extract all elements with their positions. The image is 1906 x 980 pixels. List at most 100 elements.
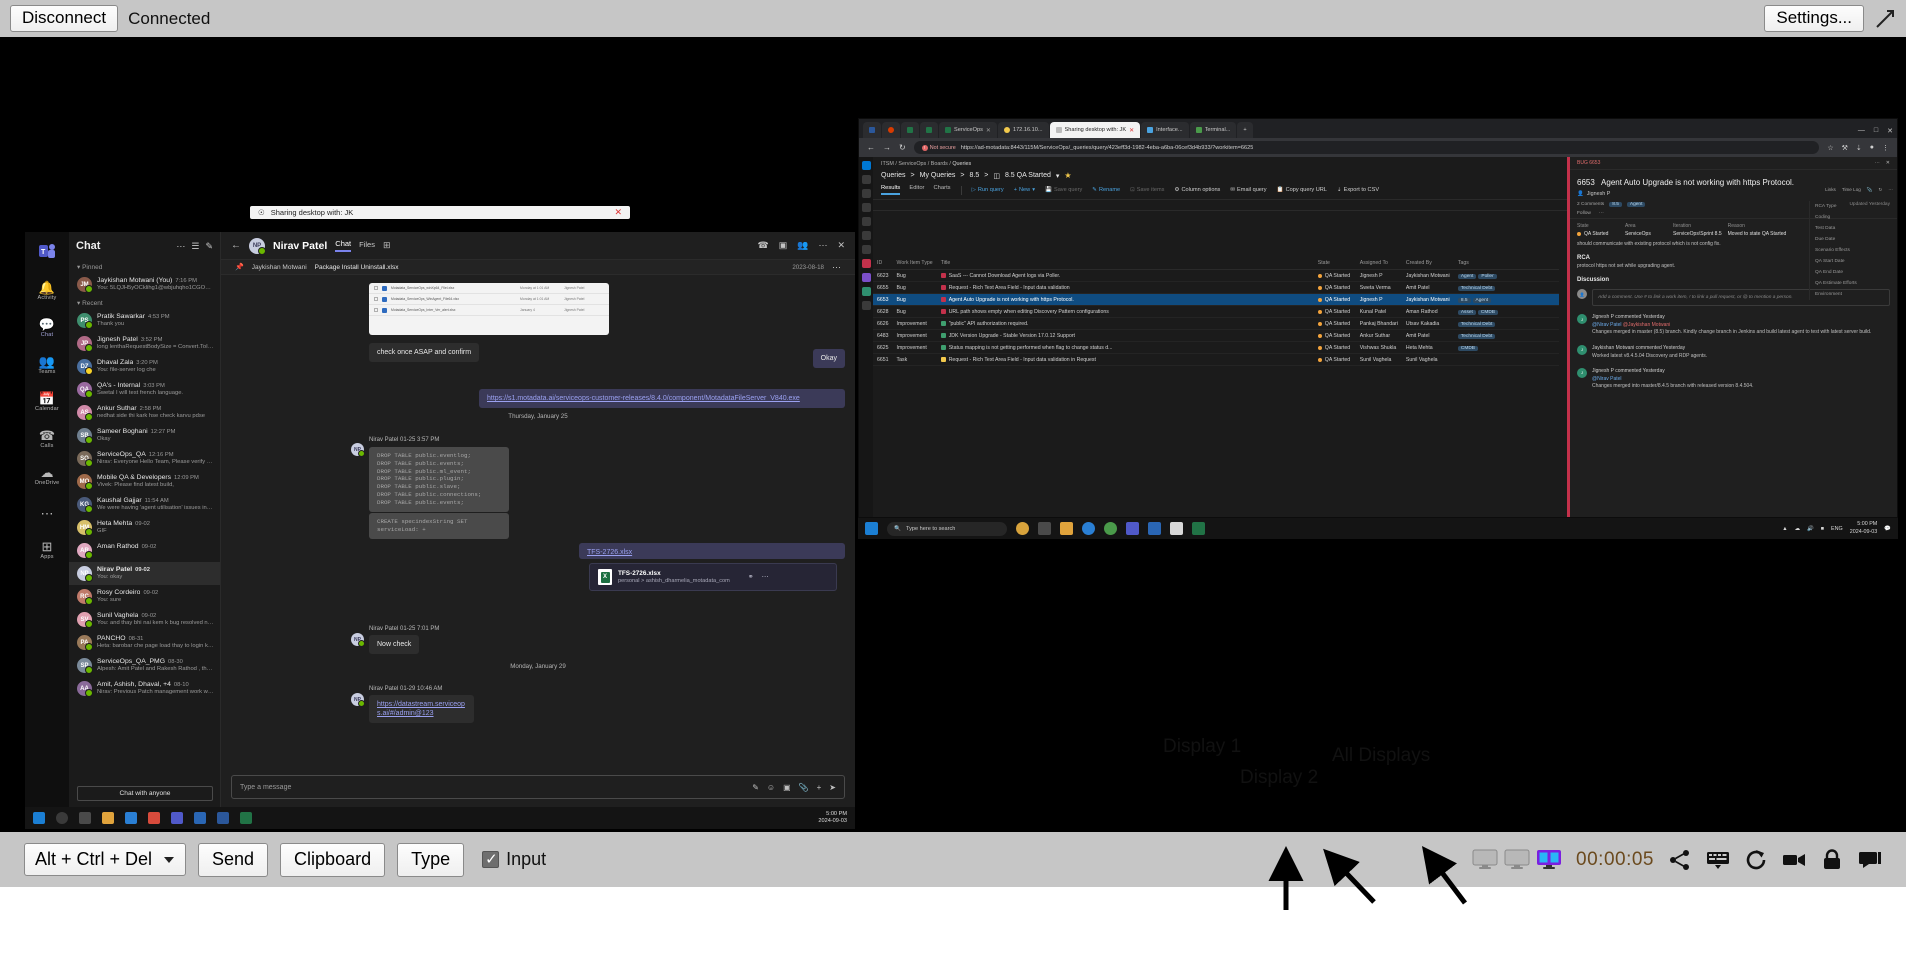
chat-list-item[interactable]: RCRosy Cordeiro09-02You: sure [69,585,220,608]
excel-preview-card[interactable]: Motadata_ServiceOps_winXp64_Filel.xlsxMo… [369,283,609,335]
chat-list-item[interactable]: SQServiceOps_QA12:16 PMNirav: Everyone H… [69,447,220,470]
column-header[interactable]: Title [937,257,1314,270]
minimize-icon[interactable]: — [1858,127,1865,135]
table-row[interactable]: 6628BugURL path shows empty when editing… [873,306,1559,318]
chat-list-item[interactable]: DZDhaval Zala3:20 PMYou: file-server log… [69,355,220,378]
message-scroll-area[interactable]: Motadata_ServiceOps_winXp64_Filel.xlsxMo… [221,275,855,767]
tab-results[interactable]: Results [881,185,900,195]
teams-icon[interactable] [1126,522,1139,535]
ado-org-icon[interactable] [862,161,871,170]
message-input[interactable]: Type a message [240,784,744,791]
chat-list-item[interactable]: HMHeta Mehta09-02GIF [69,516,220,539]
breadcrumb-item[interactable]: ServiceOps [898,161,926,167]
tag-chip[interactable]: Technical Debt [1458,334,1495,339]
call-icon[interactable]: ☎ [758,240,769,251]
close-icon[interactable]: ✕ [1129,127,1134,134]
settings-button[interactable]: Settings... [1764,5,1864,33]
table-row[interactable]: 6651TaskRequest - Rich Text Area Field -… [873,354,1559,366]
resize-corner-icon[interactable] [1874,8,1896,30]
breadcrumb-item[interactable]: Queries [952,161,971,167]
word-icon[interactable] [217,812,229,824]
taskbar-clock[interactable]: 5:00 PM 2024-09-03 [1850,521,1878,535]
close-icon[interactable]: ✕ [1887,127,1893,135]
search-icon[interactable] [56,812,68,824]
tab-links[interactable]: Links [1825,187,1836,193]
taskbar-clock[interactable]: 5:00 PM 2024-09-03 [818,811,847,826]
tag-chip[interactable]: Poller [1478,274,1496,279]
tag-chip[interactable]: Technical Debt [1458,322,1495,327]
not-secure-badge[interactable]: !Not secure [922,145,956,151]
datastream-link[interactable]: https://datastream.serviceops.ai/#/admin… [377,701,465,717]
chat-list-item[interactable]: ARAman Rathod09-02 [69,539,220,562]
send-icon[interactable]: ➤ [829,783,836,792]
share-icon[interactable] [1668,849,1692,871]
windows-start-icon[interactable] [865,522,878,535]
chat-list-item[interactable]: AAAmit, Ashish, Dhaval, +408-10Nirav: Pr… [69,677,220,700]
tag-chip[interactable]: 8.5 [1458,298,1471,303]
sidebar-item-calendar[interactable]: 📅 Calendar [26,384,68,420]
filter-icon[interactable]: ☰ [191,241,199,252]
tag-chip[interactable]: 8.5 [1609,202,1622,207]
chat-list-item[interactable]: NPNirav Patel09-02You: okay [69,562,220,585]
more-menu-icon[interactable]: ⋮ [1882,144,1889,152]
chrome-icon[interactable] [148,812,160,824]
more-ellipsis-icon[interactable]: ⋯ [762,573,769,581]
more-ellipsis-icon[interactable]: ⋯ [832,262,841,273]
attach-icon[interactable]: 📎 [1867,187,1873,193]
browser-icon[interactable] [125,812,137,824]
key-combination-select[interactable]: Alt + Ctrl + DelCtrl + Alt + F1Ctrl + Es… [24,843,186,876]
pinned-file-bar[interactable]: 📌 Jaykishan Motwani Package Install Unin… [221,260,855,275]
reload-icon[interactable]: ↻ [899,143,906,152]
export-csv-button[interactable]: ⇣ Export to CSV [1337,187,1379,193]
sidebar-item-calls[interactable]: ☎ Calls [26,421,68,457]
edge-icon[interactable] [1082,522,1095,535]
tab-timelog[interactable]: Time Log [1842,187,1861,193]
browser-tab-terminal[interactable]: Terminal... [1190,122,1237,138]
table-row[interactable]: 6623BugSaaS --- Cannot Download Agent lo… [873,270,1559,282]
follow-button[interactable]: Follow [1577,211,1591,216]
chat-list-item[interactable]: PSPratik Sawarkar4:53 PMThank you [69,309,220,332]
remote-desktop-canvas[interactable]: T 🔔 Activity 💬 Chat 👥 Teams 📅 Calendar ☎… [0,37,1906,832]
ado-settings-icon[interactable] [862,301,871,310]
profile-icon[interactable]: ● [1870,144,1874,151]
message-bubble-link[interactable]: https://datastream.serviceops.ai/#/admin… [369,695,474,723]
column-header[interactable]: Assigned To [1356,257,1402,270]
table-row[interactable]: 6625ImprovementStatus mapping is not get… [873,342,1559,354]
query-name[interactable]: 8.5 QA Started [1005,172,1051,179]
sidebar-item-onedrive[interactable]: ☁ OneDrive [26,458,68,494]
sharing-desktop-banner[interactable]: ☉ Sharing desktop with: JK ✕ [250,206,630,219]
sticker-icon[interactable]: ▣ [783,783,791,792]
sidebar-item-activity[interactable]: 🔔 Activity [26,273,68,309]
browser-tab[interactable] [920,122,938,138]
tag-chip[interactable]: Technical Debt [1458,286,1495,291]
close-icon[interactable]: ✕ [614,207,622,218]
ado-dashboards-icon[interactable] [862,287,871,296]
browser-tab-interface[interactable]: Interface... [1141,122,1188,138]
address-bar[interactable]: !Not secure https://ad-motadata:8443/115… [914,141,1820,154]
file-link[interactable]: TFS-2726.xlsx [587,549,632,556]
teams-window[interactable]: T 🔔 Activity 💬 Chat 👥 Teams 📅 Calendar ☎… [25,232,855,807]
record-video-icon[interactable] [1782,849,1806,871]
query-path-item[interactable]: Queries [881,172,906,179]
forward-arrow-icon[interactable]: → [883,143,891,152]
tag-chip[interactable]: Asset [1458,310,1476,315]
breadcrumb-item[interactable]: ITSM [881,161,894,167]
tab-chat[interactable]: Chat [335,239,351,252]
input-checkbox[interactable] [482,851,499,868]
chat-list-item[interactable]: SVSunil Vaghela09-02You: and thay bhi na… [69,608,220,631]
clipboard-button[interactable]: Clipboard [280,843,385,877]
notification-icon[interactable]: 💬 [1884,526,1891,532]
add-tab-icon[interactable]: ⊞ [383,240,391,251]
back-arrow-icon[interactable]: ← [867,143,875,152]
file-message-bubble[interactable]: TFS-2726.xlsx [579,543,845,559]
close-icon[interactable]: ✕ [986,127,991,134]
table-row[interactable]: 6653BugAgent Auto Upgrade is not working… [873,294,1559,306]
rename-button[interactable]: ✎ Rename [1092,187,1120,193]
column-options-button[interactable]: ⚙ Column options [1174,187,1220,193]
chat-list-item[interactable]: JPJignesh Patel3:52 PMlong lenthaRequest… [69,332,220,355]
outlook-icon[interactable] [1148,522,1161,535]
new-tab-icon[interactable]: + [1237,122,1252,138]
chat-list-item[interactable]: JMJaykishan Motwani (You)7:16 PMYou: 5LQ… [69,273,220,296]
chat-list-item[interactable]: MQMobile QA & Developers12:09 PMVivek: P… [69,470,220,493]
browser-tab[interactable] [901,122,919,138]
